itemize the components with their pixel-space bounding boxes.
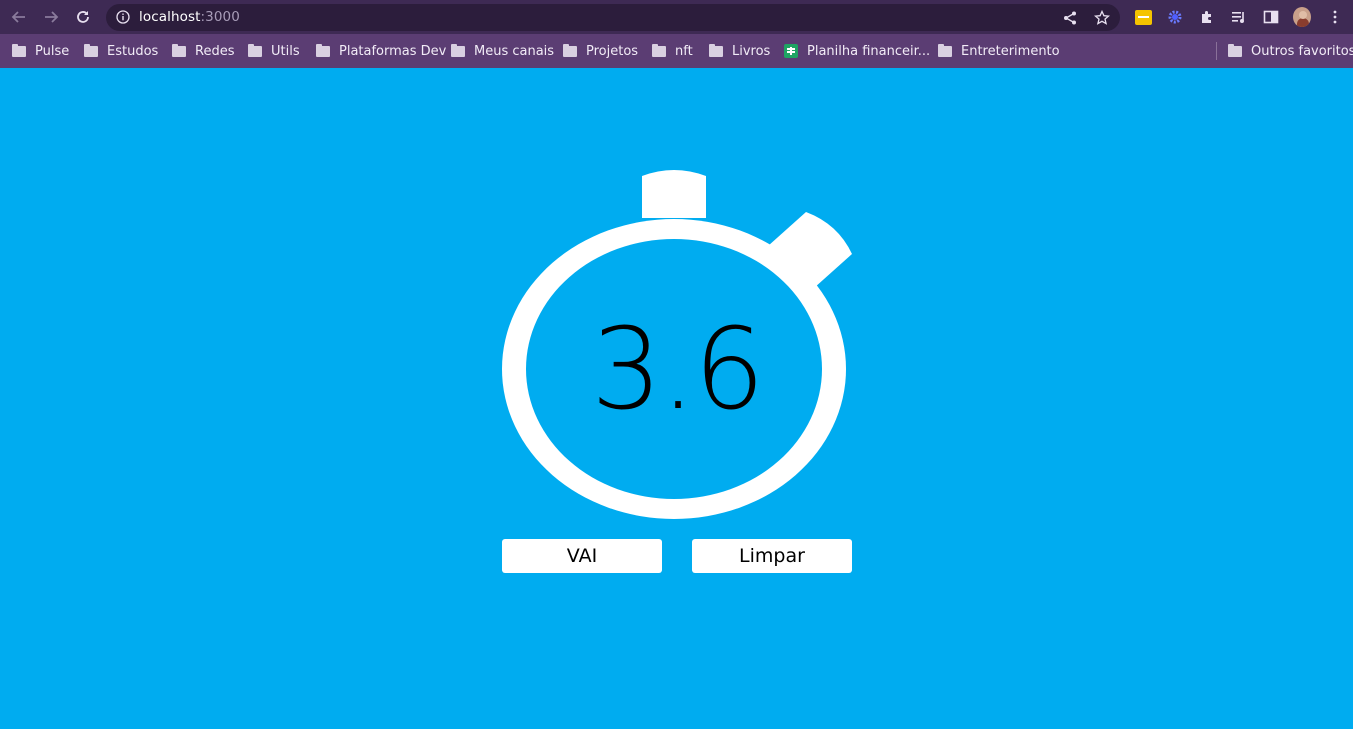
folder-icon [84, 43, 98, 57]
puzzle-icon[interactable] [1198, 8, 1216, 26]
folder-icon [12, 43, 26, 57]
share-icon[interactable] [1062, 10, 1078, 26]
folder-icon [652, 43, 666, 57]
bookmarks-bar: Pulse Estudos Redes Utils Plataformas De… [0, 34, 1353, 68]
extension-yellow-icon[interactable] [1134, 8, 1152, 26]
bookmarks-divider [1216, 42, 1217, 60]
start-button[interactable]: VAI [502, 539, 662, 573]
folder-icon [938, 43, 952, 57]
bookmark-plataformas-dev[interactable]: Plataformas Dev [316, 42, 446, 60]
bookmark-pulse[interactable]: Pulse [12, 42, 69, 60]
media-icon[interactable] [1230, 8, 1248, 26]
timer-display: 3.6 [590, 305, 765, 435]
folder-icon [172, 43, 186, 57]
folder-icon [1228, 43, 1242, 57]
sheets-icon [784, 44, 798, 58]
reload-icon[interactable] [72, 6, 94, 28]
bookmark-redes[interactable]: Redes [172, 42, 234, 60]
bookmark-entreterimento[interactable]: Entreterimento [938, 42, 1060, 60]
menu-kebab-icon[interactable] [1326, 8, 1344, 26]
back-icon[interactable] [8, 6, 30, 28]
side-panel-icon[interactable] [1262, 8, 1280, 26]
folder-icon [451, 43, 465, 57]
star-icon[interactable] [1094, 10, 1110, 26]
browser-toolbar: localhost:3000 [0, 0, 1353, 34]
bookmark-meus-canais[interactable]: Meus canais [451, 42, 554, 60]
extension-gear-icon[interactable] [1166, 8, 1184, 26]
bookmark-livros[interactable]: Livros [709, 42, 770, 60]
folder-icon [316, 43, 330, 57]
folder-icon [248, 43, 262, 57]
forward-icon[interactable] [40, 6, 62, 28]
bookmark-planilha-financeira[interactable]: Planilha financeir... [784, 42, 930, 60]
clear-button[interactable]: Limpar [692, 539, 852, 573]
url-text: localhost:3000 [139, 9, 240, 25]
address-bar[interactable]: localhost:3000 [106, 4, 1120, 31]
folder-icon [709, 43, 723, 57]
bookmark-estudos[interactable]: Estudos [84, 42, 158, 60]
bookmark-utils[interactable]: Utils [248, 42, 300, 60]
bookmark-projetos[interactable]: Projetos [563, 42, 638, 60]
bookmark-outros-favoritos[interactable]: Outros favoritos [1228, 42, 1353, 60]
info-icon[interactable] [116, 10, 130, 24]
bookmark-nft[interactable]: nft [652, 42, 693, 60]
folder-icon [563, 43, 577, 57]
avatar[interactable] [1293, 7, 1311, 27]
